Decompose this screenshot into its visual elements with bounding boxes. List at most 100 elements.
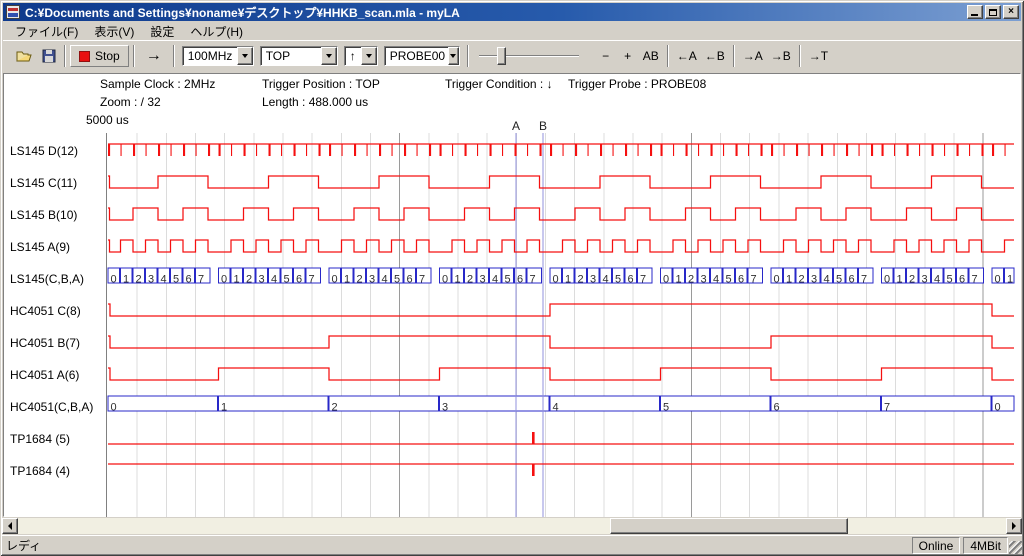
trigger-edge-value: ↑ xyxy=(345,47,361,65)
strobe-pulse xyxy=(294,144,296,156)
close-icon: × xyxy=(1008,7,1014,17)
bus-cell-value: 5 xyxy=(173,274,179,286)
minimize-button[interactable] xyxy=(967,5,983,19)
strobe-pulse xyxy=(477,144,478,156)
strobe-pulse xyxy=(1005,144,1006,156)
strobe-pulse xyxy=(723,144,724,156)
bus-cell-value: 4 xyxy=(934,274,940,286)
bus-cell-value: 2 xyxy=(578,274,584,286)
strobe-pulse xyxy=(894,144,895,156)
close-button[interactable]: × xyxy=(1003,5,1019,19)
strobe-pulse xyxy=(932,144,934,156)
menu-settings[interactable]: 設定 xyxy=(142,22,182,41)
save-button[interactable] xyxy=(38,45,60,67)
goto-cursor-a-right-button[interactable]: →A xyxy=(739,45,767,67)
dropdown-button[interactable] xyxy=(448,47,459,65)
scroll-left-button[interactable] xyxy=(2,518,18,534)
bus-cell-value: 7 xyxy=(309,274,315,286)
strobe-pulse xyxy=(133,144,135,156)
toolbar-separator xyxy=(799,45,801,67)
bus-cell-value: 0 xyxy=(995,274,1001,286)
maximize-button[interactable] xyxy=(985,5,1001,19)
strobe-pulse xyxy=(417,144,418,156)
signal-label: LS145 A(9) xyxy=(10,240,106,254)
zoom-slider[interactable] xyxy=(479,45,579,67)
menu-help[interactable]: ヘルプ(H) xyxy=(182,22,251,41)
bus-cell-value: 2 xyxy=(332,402,338,414)
chevron-down-icon xyxy=(366,54,372,58)
stop-icon xyxy=(79,51,90,62)
chevron-down-icon xyxy=(242,54,248,58)
strobe-pulse xyxy=(527,144,528,156)
slider-track xyxy=(479,55,579,57)
menu-file[interactable]: ファイル(F) xyxy=(7,22,86,41)
bus-cell-value: 1 xyxy=(565,274,571,286)
stop-button[interactable]: Stop xyxy=(70,45,129,67)
goto-cursor-b-right-button[interactable]: →B xyxy=(767,45,795,67)
maximize-icon xyxy=(989,9,997,16)
bus-cell-value: 7 xyxy=(198,274,204,286)
zoom-in-button[interactable]: + xyxy=(617,45,639,67)
dropdown-button[interactable] xyxy=(361,47,377,65)
trigger-edge-combo[interactable]: ↑ xyxy=(344,46,378,66)
signal-label: HC4051 B(7) xyxy=(10,336,106,350)
strobe-pulse xyxy=(171,144,172,156)
strobe-pulse xyxy=(256,144,257,156)
signal-label: TP1684 (5) xyxy=(10,432,106,446)
scrollbar-thumb[interactable] xyxy=(610,518,848,534)
bus-cell-value: 5 xyxy=(947,274,953,286)
horizontal-scrollbar[interactable] xyxy=(2,518,1022,534)
wave-trace xyxy=(108,240,1014,252)
bus-cell-value: 3 xyxy=(922,274,928,286)
strobe-pulse xyxy=(796,144,798,156)
strobe-pulse xyxy=(452,144,453,156)
wave-trace xyxy=(108,208,1014,220)
menu-view[interactable]: 表示(V) xyxy=(86,22,142,41)
sample-clock-combo[interactable]: 100MHz xyxy=(182,46,254,66)
bus-cell-value: 0 xyxy=(332,274,338,286)
bus-cell-value: 7 xyxy=(530,274,536,286)
dropdown-button[interactable] xyxy=(237,47,253,65)
open-file-button[interactable] xyxy=(12,45,38,67)
info-trigger-position: Trigger Position : TOP xyxy=(262,77,380,91)
strobe-pulse xyxy=(809,144,810,156)
tp-pulse xyxy=(532,464,535,476)
strobe-pulse xyxy=(319,144,321,156)
strobe-pulse xyxy=(490,144,492,156)
slider-thumb[interactable] xyxy=(497,47,506,65)
signal-label: HC4051 A(6) xyxy=(10,368,106,382)
strobe-pulse xyxy=(269,144,271,156)
dropdown-button[interactable] xyxy=(321,47,337,65)
zoom-ab-button[interactable]: AB xyxy=(639,45,663,67)
goto-cursor-a-left-button[interactable]: ←A xyxy=(673,45,701,67)
strobe-pulse xyxy=(907,144,909,156)
strobe-pulse xyxy=(392,144,393,156)
scroll-right-button[interactable] xyxy=(1006,518,1022,534)
strobe-pulse xyxy=(846,144,848,156)
bus-cell-value: 2 xyxy=(357,274,363,286)
strobe-pulse xyxy=(638,144,639,156)
bus-cell-value: 5 xyxy=(663,402,669,414)
bus-cell xyxy=(771,396,881,411)
probe-combo[interactable]: PROBE00 xyxy=(384,46,460,66)
toolbar-separator xyxy=(667,45,669,67)
goto-trigger-button[interactable]: →T xyxy=(805,45,832,67)
bus-cell-value: 7 xyxy=(884,402,890,414)
run-button[interactable]: → xyxy=(139,45,169,67)
trigger-position-combo[interactable]: TOP xyxy=(260,46,338,66)
status-online-badge: Online xyxy=(912,537,961,554)
chevron-down-icon xyxy=(450,54,456,58)
goto-cursor-b-left-button[interactable]: ←B xyxy=(701,45,729,67)
resize-grip[interactable] xyxy=(1009,541,1022,554)
bus-cell-value: 6 xyxy=(849,274,855,286)
bus-cell-value: 7 xyxy=(640,274,646,286)
bus-cell-value: 0 xyxy=(884,274,890,286)
zoom-out-button[interactable]: − xyxy=(595,45,617,67)
strobe-pulse xyxy=(748,144,749,156)
ruler-scale-label: 5000 us xyxy=(86,113,129,127)
signal-label: TP1684 (4) xyxy=(10,464,106,478)
bus-cell-value: 1 xyxy=(1007,274,1013,286)
arrow-right-icon xyxy=(1012,522,1016,530)
strobe-pulse xyxy=(379,144,381,156)
titlebar: C:¥Documents and Settings¥noname¥デスクトップ¥… xyxy=(3,3,1021,21)
